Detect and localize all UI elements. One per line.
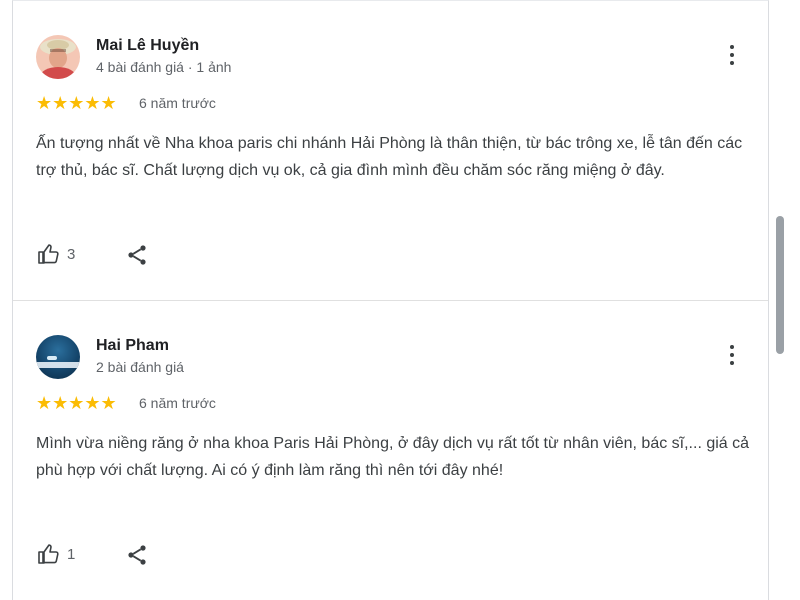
review-card: Mai Lê Huyền 4 bài đánh giá · 1 ảnh ★★★★… bbox=[13, 1, 768, 300]
review-card: Hai Pham 2 bài đánh giá ★★★★★ 6 năm trướ… bbox=[13, 301, 768, 600]
share-button[interactable] bbox=[125, 243, 149, 272]
like-button[interactable]: 3 bbox=[37, 242, 75, 266]
avatar[interactable] bbox=[36, 35, 80, 79]
share-button[interactable] bbox=[125, 543, 149, 572]
author-meta: 4 bài đánh giá · 1 ảnh bbox=[96, 59, 232, 75]
avatar[interactable] bbox=[36, 335, 80, 379]
review-time: 6 năm trước bbox=[139, 395, 216, 411]
more-options-button[interactable] bbox=[721, 45, 743, 71]
share-icon bbox=[128, 545, 146, 565]
author-meta: 2 bài đánh giá bbox=[96, 359, 184, 375]
like-count: 3 bbox=[67, 245, 76, 263]
author-name[interactable]: Mai Lê Huyền bbox=[96, 37, 199, 55]
thumb-up-icon bbox=[38, 544, 59, 564]
share-icon bbox=[128, 245, 146, 265]
reviews-panel: Mai Lê Huyền 4 bài đánh giá · 1 ảnh ★★★★… bbox=[12, 0, 769, 600]
more-vert-icon bbox=[730, 45, 734, 49]
more-vert-icon bbox=[730, 345, 734, 349]
review-text: Mình vừa niềng răng ở nha khoa Paris Hải… bbox=[36, 435, 750, 479]
like-count: 1 bbox=[67, 545, 76, 563]
author-name[interactable]: Hai Pham bbox=[96, 337, 169, 355]
more-options-button[interactable] bbox=[721, 345, 743, 371]
scrollbar-thumb[interactable] bbox=[776, 216, 784, 354]
review-text: Ấn tượng nhất về Nha khoa paris chi nhán… bbox=[36, 135, 743, 179]
like-button[interactable]: 1 bbox=[37, 542, 75, 566]
thumb-up-icon bbox=[38, 244, 59, 264]
star-rating: ★★★★★ bbox=[36, 93, 117, 113]
review-time: 6 năm trước bbox=[139, 95, 216, 111]
star-rating: ★★★★★ bbox=[36, 393, 117, 413]
